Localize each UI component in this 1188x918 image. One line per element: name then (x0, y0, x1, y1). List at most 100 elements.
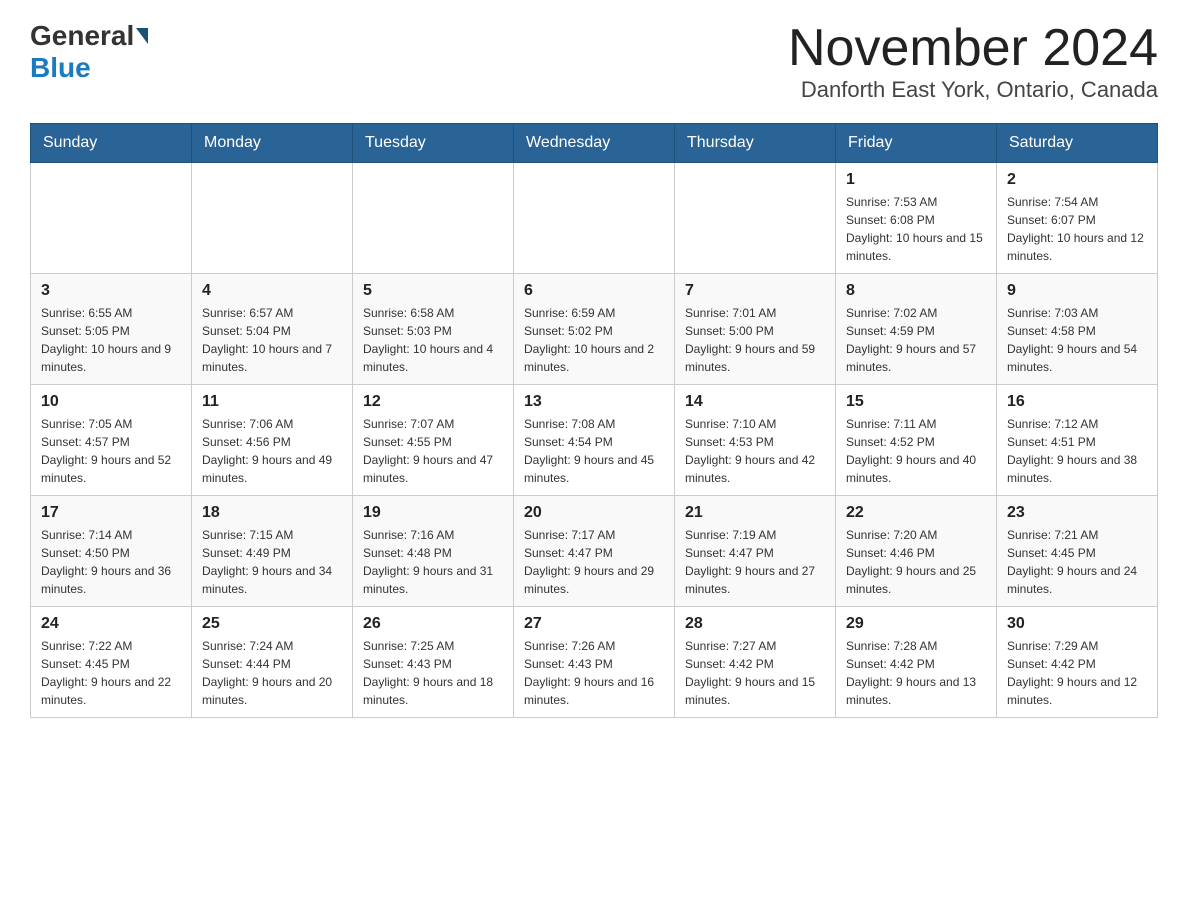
calendar-cell (514, 163, 675, 274)
day-info: Sunrise: 7:14 AMSunset: 4:50 PMDaylight:… (41, 526, 181, 598)
calendar-cell: 18 Sunrise: 7:15 AMSunset: 4:49 PMDayligh… (192, 496, 353, 607)
calendar-cell: 6 Sunrise: 6:59 AMSunset: 5:02 PMDaylight… (514, 274, 675, 385)
calendar-cell: 30 Sunrise: 7:29 AMSunset: 4:42 PMDayligh… (997, 607, 1158, 718)
calendar-cell: 26Sunrise: 7:25 AMSunset: 4:43 PMDayligh… (353, 607, 514, 718)
location-subtitle: Danforth East York, Ontario, Canada (788, 77, 1158, 103)
calendar-cell: 10 Sunrise: 7:05 AMSunset: 4:57 PMDayligh… (31, 385, 192, 496)
day-number: 2 (1007, 171, 1147, 189)
column-header-tuesday: Tuesday (353, 124, 514, 163)
day-number: 19 (363, 504, 503, 522)
day-info: Sunrise: 6:59 AMSunset: 5:02 PMDaylight:… (524, 304, 664, 376)
calendar-cell: 7 Sunrise: 7:01 AMSunset: 5:00 PMDaylight… (675, 274, 836, 385)
week-row: 1Sunrise: 7:53 AMSunset: 6:08 PMDaylight… (31, 163, 1158, 274)
day-number: 26 (363, 615, 503, 633)
calendar-cell: 1Sunrise: 7:53 AMSunset: 6:08 PMDaylight… (836, 163, 997, 274)
day-number: 6 (524, 282, 664, 300)
calendar-cell: 16 Sunrise: 7:12 AMSunset: 4:51 PMDayligh… (997, 385, 1158, 496)
day-number: 29 (846, 615, 986, 633)
logo: General Blue (30, 20, 150, 84)
calendar-cell: 12 Sunrise: 7:07 AMSunset: 4:55 PMDayligh… (353, 385, 514, 496)
page-header: General Blue November 2024 Danforth East… (30, 20, 1158, 103)
day-info: Sunrise: 7:20 AMSunset: 4:46 PMDaylight:… (846, 526, 986, 598)
day-number: 4 (202, 282, 342, 300)
calendar-cell: 5 Sunrise: 6:58 AMSunset: 5:03 PMDaylight… (353, 274, 514, 385)
day-number: 8 (846, 282, 986, 300)
day-info: Sunrise: 7:12 AMSunset: 4:51 PMDaylight:… (1007, 415, 1147, 487)
day-number: 21 (685, 504, 825, 522)
day-number: 5 (363, 282, 503, 300)
week-row: 24 Sunrise: 7:22 AMSunset: 4:45 PMDayligh… (31, 607, 1158, 718)
week-row: 10 Sunrise: 7:05 AMSunset: 4:57 PMDayligh… (31, 385, 1158, 496)
calendar-cell: 27Sunrise: 7:26 AMSunset: 4:43 PMDayligh… (514, 607, 675, 718)
logo-general-text: General (30, 20, 134, 52)
day-info: Sunrise: 7:54 AMSunset: 6:07 PMDaylight:… (1007, 193, 1147, 265)
day-number: 24 (41, 615, 181, 633)
logo-blue-text: Blue (30, 52, 91, 83)
week-row: 3Sunrise: 6:55 AMSunset: 5:05 PMDaylight… (31, 274, 1158, 385)
day-number: 17 (41, 504, 181, 522)
column-header-monday: Monday (192, 124, 353, 163)
column-header-friday: Friday (836, 124, 997, 163)
day-info: Sunrise: 7:08 AMSunset: 4:54 PMDaylight:… (524, 415, 664, 487)
calendar-cell: 23 Sunrise: 7:21 AMSunset: 4:45 PMDayligh… (997, 496, 1158, 607)
day-info: Sunrise: 7:06 AMSunset: 4:56 PMDaylight:… (202, 415, 342, 487)
day-info: Sunrise: 7:15 AMSunset: 4:49 PMDaylight:… (202, 526, 342, 598)
calendar-cell: 19 Sunrise: 7:16 AMSunset: 4:48 PMDayligh… (353, 496, 514, 607)
day-number: 23 (1007, 504, 1147, 522)
day-number: 20 (524, 504, 664, 522)
calendar-cell: 2 Sunrise: 7:54 AMSunset: 6:07 PMDaylight… (997, 163, 1158, 274)
day-info: Sunrise: 7:21 AMSunset: 4:45 PMDaylight:… (1007, 526, 1147, 598)
calendar-cell: 28Sunrise: 7:27 AMSunset: 4:42 PMDayligh… (675, 607, 836, 718)
day-info: Sunrise: 7:07 AMSunset: 4:55 PMDaylight:… (363, 415, 503, 487)
calendar-cell: 20 Sunrise: 7:17 AMSunset: 4:47 PMDayligh… (514, 496, 675, 607)
calendar-cell: 4 Sunrise: 6:57 AMSunset: 5:04 PMDaylight… (192, 274, 353, 385)
day-info: Sunrise: 7:17 AMSunset: 4:47 PMDaylight:… (524, 526, 664, 598)
calendar-cell: 13Sunrise: 7:08 AMSunset: 4:54 PMDayligh… (514, 385, 675, 496)
calendar-cell: 8Sunrise: 7:02 AMSunset: 4:59 PMDaylight… (836, 274, 997, 385)
calendar-cell (192, 163, 353, 274)
day-info: Sunrise: 7:22 AMSunset: 4:45 PMDaylight:… (41, 637, 181, 709)
day-info: Sunrise: 7:16 AMSunset: 4:48 PMDaylight:… (363, 526, 503, 598)
day-number: 15 (846, 393, 986, 411)
title-block: November 2024 Danforth East York, Ontari… (788, 20, 1158, 103)
day-info: Sunrise: 7:19 AMSunset: 4:47 PMDaylight:… (685, 526, 825, 598)
calendar-cell (31, 163, 192, 274)
calendar-cell: 9 Sunrise: 7:03 AMSunset: 4:58 PMDaylight… (997, 274, 1158, 385)
day-info: Sunrise: 7:28 AMSunset: 4:42 PMDaylight:… (846, 637, 986, 709)
day-number: 16 (1007, 393, 1147, 411)
day-number: 27 (524, 615, 664, 633)
day-number: 30 (1007, 615, 1147, 633)
day-number: 7 (685, 282, 825, 300)
calendar-cell: 11 Sunrise: 7:06 AMSunset: 4:56 PMDayligh… (192, 385, 353, 496)
day-info: Sunrise: 6:58 AMSunset: 5:03 PMDaylight:… (363, 304, 503, 376)
day-info: Sunrise: 7:05 AMSunset: 4:57 PMDaylight:… (41, 415, 181, 487)
logo-arrow-icon (136, 28, 148, 44)
day-info: Sunrise: 7:24 AMSunset: 4:44 PMDaylight:… (202, 637, 342, 709)
day-info: Sunrise: 7:01 AMSunset: 5:00 PMDaylight:… (685, 304, 825, 376)
day-number: 1 (846, 171, 986, 189)
calendar-cell: 3Sunrise: 6:55 AMSunset: 5:05 PMDaylight… (31, 274, 192, 385)
day-info: Sunrise: 6:57 AMSunset: 5:04 PMDaylight:… (202, 304, 342, 376)
day-number: 18 (202, 504, 342, 522)
column-header-thursday: Thursday (675, 124, 836, 163)
day-number: 11 (202, 393, 342, 411)
day-info: Sunrise: 7:27 AMSunset: 4:42 PMDaylight:… (685, 637, 825, 709)
day-number: 12 (363, 393, 503, 411)
day-number: 3 (41, 282, 181, 300)
day-number: 10 (41, 393, 181, 411)
day-number: 22 (846, 504, 986, 522)
calendar-cell: 29 Sunrise: 7:28 AMSunset: 4:42 PMDayligh… (836, 607, 997, 718)
column-header-saturday: Saturday (997, 124, 1158, 163)
calendar-cell: 24 Sunrise: 7:22 AMSunset: 4:45 PMDayligh… (31, 607, 192, 718)
column-header-wednesday: Wednesday (514, 124, 675, 163)
calendar-cell: 21 Sunrise: 7:19 AMSunset: 4:47 PMDayligh… (675, 496, 836, 607)
calendar-cell: 17 Sunrise: 7:14 AMSunset: 4:50 PMDayligh… (31, 496, 192, 607)
calendar-cell: 25Sunrise: 7:24 AMSunset: 4:44 PMDayligh… (192, 607, 353, 718)
calendar-cell: 22 Sunrise: 7:20 AMSunset: 4:46 PMDayligh… (836, 496, 997, 607)
day-info: Sunrise: 7:03 AMSunset: 4:58 PMDaylight:… (1007, 304, 1147, 376)
day-info: Sunrise: 7:29 AMSunset: 4:42 PMDaylight:… (1007, 637, 1147, 709)
day-number: 9 (1007, 282, 1147, 300)
calendar-cell (675, 163, 836, 274)
day-info: Sunrise: 7:10 AMSunset: 4:53 PMDaylight:… (685, 415, 825, 487)
day-number: 14 (685, 393, 825, 411)
